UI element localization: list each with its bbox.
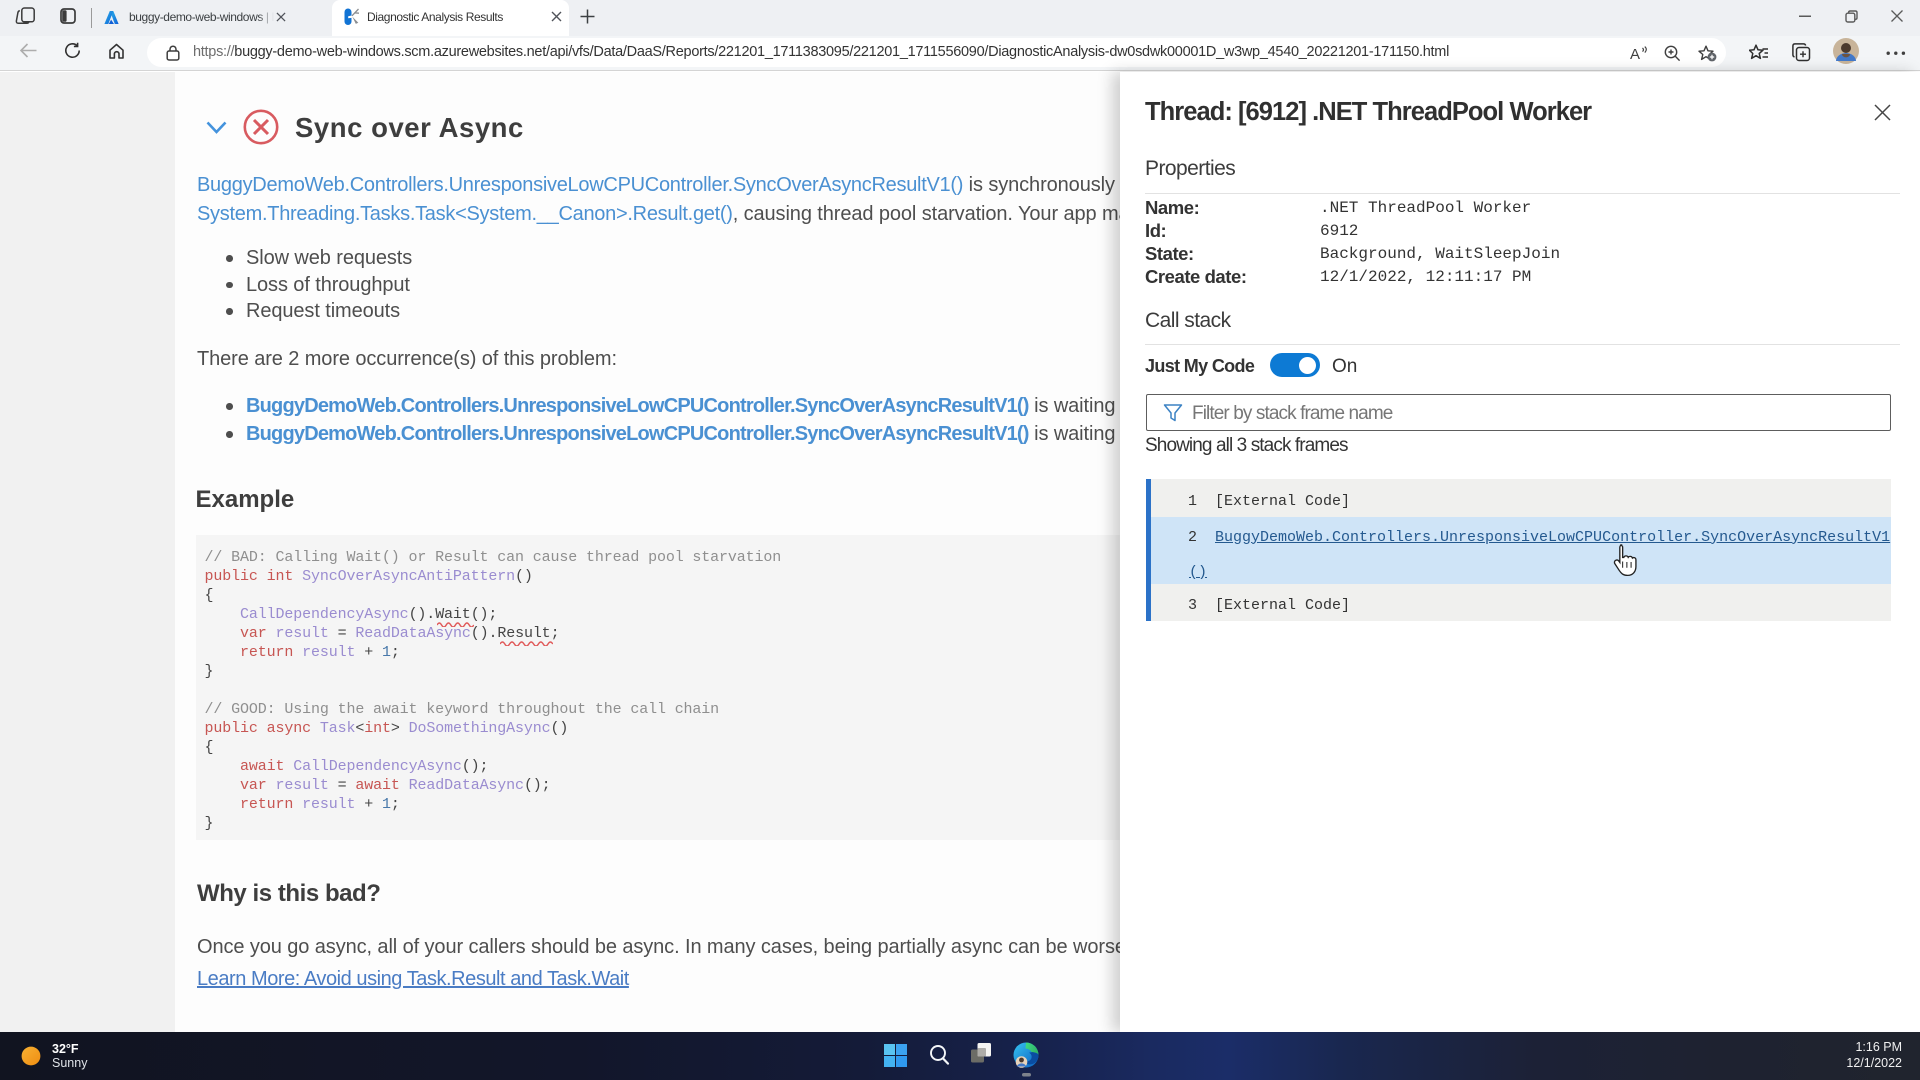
svg-text:A: A: [1630, 46, 1640, 61]
